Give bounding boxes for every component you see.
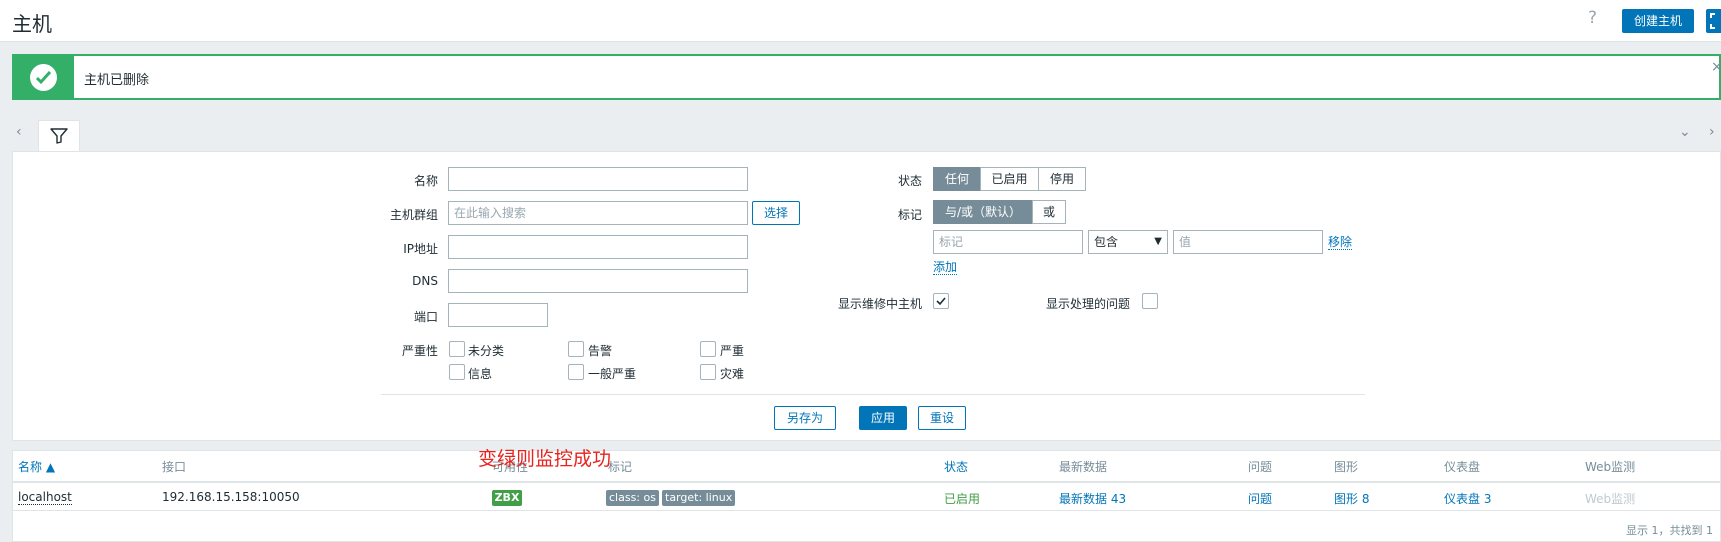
severity-checkbox[interactable]: [568, 364, 584, 380]
severity-option: 未分类: [468, 344, 505, 358]
host-group-label: 主机群组: [389, 208, 438, 222]
column-header-dashboards: 仪表盘: [1444, 460, 1481, 474]
tag-remove-link[interactable]: 移除: [1328, 235, 1353, 250]
help-icon[interactable]: ?: [1588, 8, 1597, 28]
name-input[interactable]: [448, 167, 748, 191]
column-header-name[interactable]: 名称 ▲: [18, 458, 55, 475]
port-label: 端口: [413, 310, 438, 324]
column-header-interface: 接口: [162, 460, 187, 474]
hosts-page: 主机 ? 创建主机 主机已删除 × ‹ ⌄ › 名称 主机群组 在此输入搜索 选…: [0, 0, 1721, 542]
status-any[interactable]: 任何: [933, 167, 981, 191]
ip-input[interactable]: [448, 235, 748, 259]
ip-label: IP地址: [403, 242, 438, 256]
create-host-button[interactable]: 创建主机: [1622, 9, 1695, 33]
severity-checkbox[interactable]: [449, 364, 465, 380]
message-icon-box: [14, 56, 74, 98]
dns-label: DNS: [412, 274, 438, 288]
maintenance-checkbox[interactable]: [933, 293, 949, 309]
column-header-latest-data: 最新数据: [1059, 460, 1108, 474]
graphs-link[interactable]: 图形 8: [1334, 490, 1369, 507]
web-monitoring-link: Web监测: [1585, 492, 1636, 506]
column-header-problems: 问题: [1248, 460, 1273, 474]
filter-tab[interactable]: [38, 120, 80, 152]
suppressed-label: 显示处理的问题: [1045, 297, 1130, 311]
severity-checkbox[interactable]: [700, 364, 716, 380]
tag-operator-value: 包含: [1094, 235, 1119, 249]
check-icon: [35, 70, 52, 85]
dashboards-link[interactable]: 仪表盘 3: [1444, 490, 1491, 507]
tags-label: 标记: [897, 208, 922, 222]
filter-icon: [50, 128, 68, 144]
header-separator: [12, 481, 1721, 483]
severity-option: 严重: [720, 344, 745, 358]
severity-option: 灾难: [720, 367, 745, 381]
problems-link[interactable]: 问题: [1248, 490, 1272, 507]
column-header-tags: 标记: [608, 460, 633, 474]
status-label: 状态: [897, 174, 922, 188]
port-input[interactable]: [448, 303, 548, 327]
dns-input[interactable]: [448, 269, 748, 293]
tag-name-input[interactable]: [933, 230, 1083, 254]
host-group-input[interactable]: [448, 201, 748, 225]
annotation-text: 变绿则监控成功: [478, 448, 612, 470]
suppressed-checkbox[interactable]: [1142, 293, 1158, 309]
tag-badge[interactable]: target: linux: [662, 490, 736, 506]
apply-button[interactable]: 应用: [859, 406, 907, 430]
status-disabled[interactable]: 停用: [1038, 167, 1086, 191]
tag-op-or[interactable]: 或: [1032, 200, 1066, 224]
column-header-web: Web监测: [1585, 460, 1636, 474]
next-tab-icon[interactable]: ›: [1709, 124, 1715, 140]
severity-option: 一般严重: [588, 367, 637, 381]
tag-badge[interactable]: class: os: [606, 490, 659, 506]
status-enabled[interactable]: 已启用: [980, 167, 1039, 191]
latest-data-link[interactable]: 最新数据 43: [1059, 490, 1126, 507]
page-title: 主机: [12, 12, 52, 36]
severity-option: 告警: [588, 344, 613, 358]
severity-option: 信息: [468, 367, 493, 381]
fullscreen-icon: [1710, 13, 1721, 29]
save-as-button[interactable]: 另存为: [774, 406, 836, 430]
severity-label: 严重性: [401, 344, 438, 358]
tag-add-link[interactable]: 添加: [933, 260, 958, 275]
success-circle: [30, 64, 57, 91]
prev-tab-icon[interactable]: ‹: [16, 124, 22, 140]
host-interface: 192.168.15.158:10050: [162, 490, 300, 504]
column-header-graphs: 图形: [1334, 460, 1359, 474]
chevron-down-icon: ▼: [1154, 236, 1162, 247]
tag-op-and-or[interactable]: 与/或（默认）: [933, 200, 1033, 224]
tag-value-input[interactable]: [1173, 230, 1323, 254]
host-status[interactable]: 已启用: [944, 490, 980, 507]
table-footer-count: 显示 1，共找到 1: [1626, 524, 1713, 537]
fullscreen-button[interactable]: [1706, 9, 1721, 33]
collapse-icon[interactable]: ⌄: [1679, 124, 1691, 140]
zbx-availability-badge: ZBX: [492, 490, 522, 506]
severity-checkbox[interactable]: [568, 341, 584, 357]
message-text: 主机已删除: [84, 73, 150, 88]
severity-checkbox[interactable]: [700, 341, 716, 357]
column-header-status[interactable]: 状态: [944, 458, 968, 475]
check-icon: [936, 297, 946, 306]
host-name-link[interactable]: localhost: [18, 490, 72, 505]
severity-checkbox[interactable]: [449, 341, 465, 357]
reset-button[interactable]: 重设: [918, 406, 966, 430]
host-group-select-button[interactable]: 选择: [752, 201, 800, 225]
row-separator: [12, 510, 1721, 511]
page-header: 主机 ? 创建主机: [0, 0, 1721, 42]
name-label: 名称: [413, 174, 438, 188]
filter-divider: [381, 394, 1365, 395]
tag-operator-select[interactable]: 包含 ▼: [1088, 230, 1168, 254]
close-icon[interactable]: ×: [1711, 59, 1721, 75]
maintenance-label: 显示维修中主机: [837, 297, 922, 311]
success-message: 主机已删除 ×: [12, 54, 1721, 100]
